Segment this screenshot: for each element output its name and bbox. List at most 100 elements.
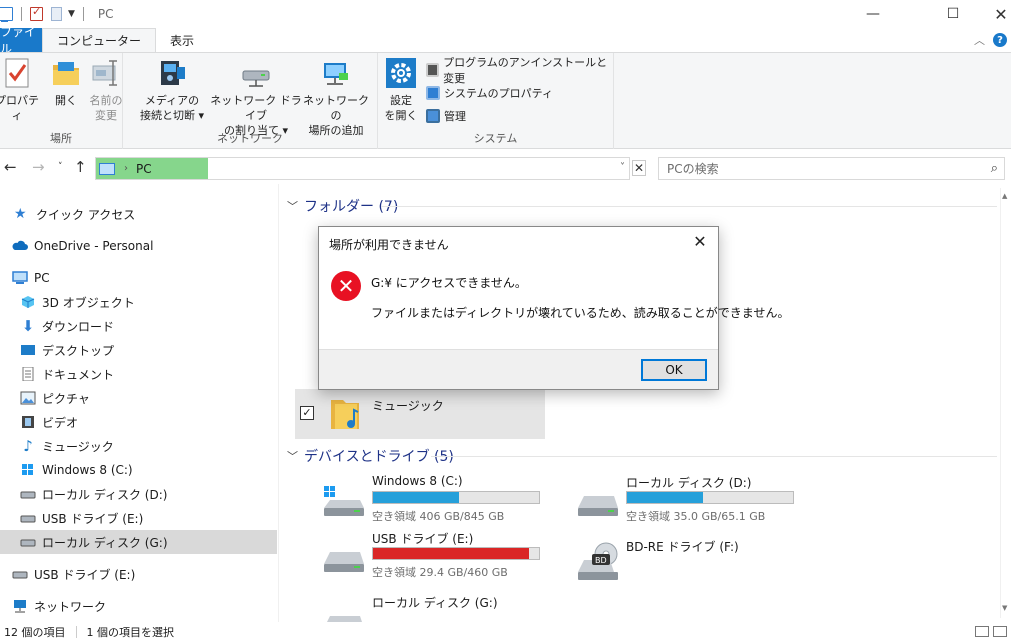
chevron-down-icon: ﹀: [287, 450, 298, 463]
folder-tile-music[interactable]: ✓ ミュージック: [295, 389, 545, 439]
open-button[interactable]: 開く: [50, 57, 82, 108]
map-network-drive-button[interactable]: ネットワーク ドライブ の割り当て ▾: [209, 57, 303, 138]
drive-tile-f[interactable]: BD BD-RE ドライブ (F:): [576, 538, 806, 588]
nav-item-onedrive[interactable]: OneDrive - Personal: [0, 234, 277, 258]
group-divider: [381, 206, 997, 207]
nav-item-drive-e[interactable]: USB ドライブ (E:): [0, 506, 277, 530]
nav-item-drive-g[interactable]: ローカル ディスク (G:): [0, 530, 277, 554]
collapse-ribbon-chevron-icon[interactable]: ︿: [974, 32, 985, 48]
details-view-icon[interactable]: [975, 626, 989, 637]
nav-item-pc[interactable]: PC: [0, 266, 277, 290]
breadcrumb-pc[interactable]: PC: [136, 162, 152, 176]
drive-usage-bar: [372, 547, 540, 560]
search-input[interactable]: PCの検索 ⌕: [658, 157, 1005, 180]
tab-computer[interactable]: コンピューター: [42, 28, 157, 52]
address-bar[interactable]: › PC ˅: [95, 157, 630, 180]
large-icons-view-icon[interactable]: [993, 626, 1007, 637]
nav-item-usb-e[interactable]: USB ドライブ (E:): [0, 562, 277, 586]
search-icon[interactable]: ⌕: [991, 161, 998, 176]
check-window-icon: [426, 86, 440, 100]
uninstall-program-button[interactable]: プログラムのアンインストールと変更: [426, 56, 613, 85]
status-bar: 12 個の項目 1 個の項目を選択: [0, 622, 1011, 642]
media-device-icon: [157, 57, 187, 89]
error-icon: ✕: [331, 271, 361, 301]
network-drive-icon: [241, 57, 271, 89]
add-network-location-button[interactable]: ネットワークの 場所の追加: [303, 57, 369, 138]
group-divider: [431, 456, 997, 457]
dialog-message-primary: G:¥ にアクセスできません。: [371, 276, 527, 290]
download-arrow-icon: ⬇: [21, 317, 35, 335]
drive-usage-fill: [373, 548, 530, 559]
close-window-button[interactable]: ✕: [978, 0, 1011, 28]
nav-item-drive-d[interactable]: ローカル ディスク (D:): [0, 482, 277, 506]
nav-item-drive-c[interactable]: Windows 8 (C:): [0, 458, 277, 482]
windows-drive-icon: [20, 463, 36, 477]
address-dropdown-chevron-icon[interactable]: ˅: [620, 162, 625, 173]
breadcrumb-chevron-icon[interactable]: ›: [124, 163, 128, 174]
group-label-location: 場所: [50, 132, 72, 145]
drive-tile-e[interactable]: USB ドライブ (E:) 空き領域 29.4 GB/460 GB: [322, 530, 552, 580]
window-title: PC: [97, 7, 114, 21]
scroll-up-arrow-icon[interactable]: ▲: [1002, 192, 1007, 200]
ok-button[interactable]: OK: [641, 359, 707, 381]
forward-arrow-icon[interactable]: →: [32, 158, 45, 176]
maximize-button[interactable]: ☐: [930, 0, 976, 28]
usb-drive-icon: [20, 511, 36, 525]
drive-usage-fill: [373, 492, 460, 503]
nav-item-3d-objects[interactable]: 3D オブジェクト: [0, 290, 277, 314]
new-folder-quick-icon[interactable]: [51, 7, 62, 21]
nav-item-desktop[interactable]: デスクトップ: [0, 338, 277, 362]
group-label-network: ネットワーク: [217, 132, 283, 145]
vertical-scrollbar[interactable]: [1000, 188, 1011, 618]
nav-item-downloads[interactable]: ⬇ ダウンロード: [0, 314, 277, 338]
stop-loading-close-icon[interactable]: ✕: [632, 160, 646, 176]
cube-icon: [20, 295, 36, 309]
nav-item-videos[interactable]: ビデオ: [0, 410, 277, 434]
back-arrow-icon[interactable]: ←: [4, 158, 17, 176]
hard-drive-icon: [322, 598, 366, 622]
desktop-icon: [20, 343, 36, 357]
nav-item-quick-access[interactable]: ★ クイック アクセス: [0, 202, 277, 226]
minimize-button[interactable]: —: [850, 0, 896, 28]
ribbon: プロパティ 開く 名前の 変更 場所 メディアの 接続と切断 ▾ ネットワーク …: [0, 52, 1011, 149]
rename-button[interactable]: 名前の 変更: [88, 57, 124, 123]
recent-locations-chevron-icon[interactable]: ˅: [58, 162, 63, 172]
usb-drive-icon: [322, 534, 366, 574]
properties-quick-icon[interactable]: [30, 5, 43, 21]
hard-drive-icon: [20, 487, 36, 501]
svg-text:BD: BD: [595, 556, 607, 565]
drive-tile-c[interactable]: Windows 8 (C:) 空き領域 406 GB/845 GB: [322, 474, 552, 524]
usb-drive-icon: [12, 567, 28, 581]
manage-button[interactable]: 管理: [426, 106, 466, 126]
properties-button[interactable]: プロパティ: [0, 57, 42, 123]
drive-tile-d[interactable]: ローカル ディスク (D:) 空き領域 35.0 GB/65.1 GB: [576, 474, 806, 524]
chevron-down-icon: ﹀: [287, 200, 298, 213]
separator: [21, 7, 22, 21]
media-connect-button[interactable]: メディアの 接続と切断 ▾: [137, 57, 207, 123]
tab-file[interactable]: ファイル: [0, 25, 42, 56]
tab-view[interactable]: 表示: [156, 28, 208, 52]
bd-drive-icon: BD: [576, 542, 620, 582]
network-location-icon: [321, 57, 351, 89]
up-arrow-icon[interactable]: ↑: [74, 158, 87, 176]
selection-checkbox[interactable]: ✓: [300, 406, 314, 420]
ribbon-group-network: メディアの 接続と切断 ▾ ネットワーク ドライブ の割り当て ▾ ネットワーク…: [123, 53, 378, 149]
title-bar: ▼ PC — ☐ ✕: [0, 0, 1011, 28]
drive-tile-g[interactable]: ローカル ディスク (G:): [322, 594, 552, 622]
pc-icon: [99, 162, 115, 175]
devices-group-header[interactable]: ﹀ デバイスとドライブ (5): [287, 446, 454, 466]
nav-item-music[interactable]: ♪ ミュージック: [0, 434, 277, 458]
dialog-close-icon[interactable]: ✕: [690, 231, 710, 251]
help-icon[interactable]: ?: [993, 33, 1007, 47]
nav-item-pictures[interactable]: ピクチャ: [0, 386, 277, 410]
address-row: ← → ˅ ↑ › PC ˅ ✕ PCの検索 ⌕: [0, 152, 1011, 184]
customize-quick-access-chevron-icon[interactable]: ▼: [68, 9, 75, 19]
nav-item-documents[interactable]: ドキュメント: [0, 362, 277, 386]
program-icon: [426, 63, 440, 77]
drive-usage-fill: [627, 492, 704, 503]
system-properties-button[interactable]: システムのプロパティ: [426, 83, 553, 103]
scroll-down-arrow-icon[interactable]: ▼: [1002, 604, 1007, 612]
nav-item-network[interactable]: ネットワーク: [0, 594, 277, 618]
folder-open-icon: [51, 57, 81, 89]
open-settings-button[interactable]: 設定 を開く: [384, 57, 418, 123]
